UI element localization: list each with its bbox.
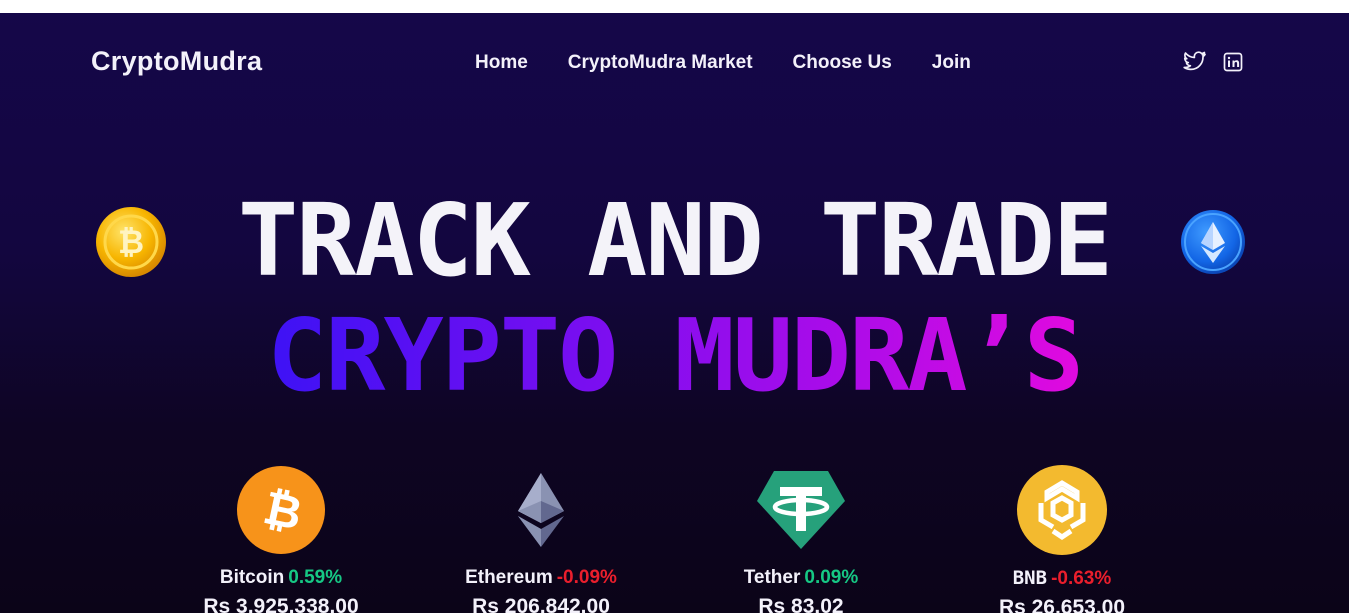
coin-name-row: BNB -0.63%	[932, 567, 1192, 590]
coin-price: Rs 206,842.00	[472, 595, 610, 613]
coin-name: Tether	[743, 567, 801, 588]
nav-join[interactable]: Join	[932, 52, 971, 74]
ethereum-icon	[411, 464, 671, 556]
coin-name: BNB	[1012, 567, 1048, 589]
coin-card-tether[interactable]: Tether 0.09% Rs 83.02	[671, 464, 931, 613]
coin-name: Bitcoin	[219, 567, 285, 588]
coin-price: Rs 26,653.00	[998, 596, 1126, 613]
coin-card-bitcoin[interactable]: ₿ Bitcoin 0.59% Rs 3,925,338.00	[151, 464, 411, 613]
coin-change: -0.09%	[556, 567, 617, 588]
coin-price: Rs 3,925,338.00	[203, 595, 359, 613]
bnb-icon	[932, 464, 1192, 556]
social-links	[1183, 50, 1245, 74]
coin-change: 0.09%	[804, 567, 859, 588]
coin-list: ₿ Bitcoin 0.59% Rs 3,925,338.00 Ethereum…	[0, 464, 1349, 613]
coin-change: 0.59%	[288, 567, 343, 588]
bitcoin-icon: ₿	[151, 464, 411, 556]
main-nav: Home CryptoMudra Market Choose Us Join	[475, 52, 971, 74]
nav-market[interactable]: CryptoMudra Market	[568, 52, 753, 74]
coin-price: Rs 83.02	[758, 595, 844, 613]
coin-name: Ethereum	[465, 567, 553, 588]
nav-choose-us[interactable]: Choose Us	[793, 52, 892, 74]
hero-title-line2: CRYPTO MUDRA’S	[0, 296, 1349, 416]
coin-name-row: Tether 0.09%	[671, 567, 931, 589]
twitter-icon[interactable]	[1183, 50, 1207, 74]
hero-section: CryptoMudra Home CryptoMudra Market Choo…	[0, 13, 1349, 613]
brand-logo[interactable]: CryptoMudra	[91, 46, 262, 77]
coin-name-row: Bitcoin 0.59%	[151, 567, 411, 589]
tether-icon	[671, 464, 931, 556]
hero-title-gradient-text: CRYPTO MUDRA’S	[267, 297, 1084, 414]
hero-title-line1: TRACK AND TRADE	[237, 182, 1113, 299]
coin-change: -0.63%	[1051, 568, 1112, 589]
coin-card-ethereum[interactable]: Ethereum -0.09% Rs 206,842.00	[411, 464, 671, 613]
nav-home[interactable]: Home	[475, 52, 528, 74]
linkedin-icon[interactable]	[1221, 50, 1245, 74]
coin-card-bnb[interactable]: BNB -0.63% Rs 26,653.00	[932, 464, 1192, 613]
coin-name-row: Ethereum -0.09%	[411, 567, 671, 589]
